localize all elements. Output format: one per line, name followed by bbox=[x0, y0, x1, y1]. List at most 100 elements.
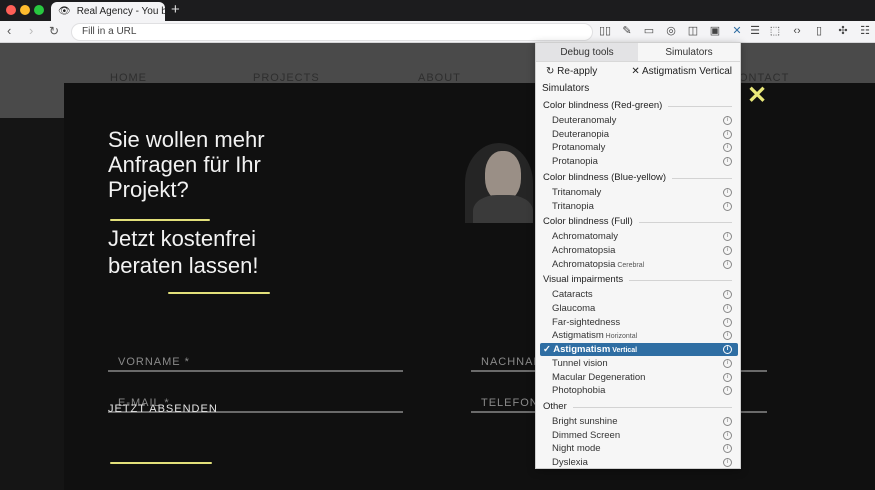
browser-tab[interactable]: 👁 Real Agency - You b bbox=[51, 2, 165, 21]
simulator-item[interactable]: Protanopia i bbox=[540, 155, 738, 168]
info-icon[interactable]: i bbox=[723, 129, 732, 139]
simulator-label: Protanopia bbox=[552, 156, 598, 168]
simulator-variant: Horizontal bbox=[603, 333, 638, 341]
reapply-button[interactable]: ↻ Re-apply bbox=[546, 66, 597, 77]
simulator-item[interactable]: Night mode i bbox=[540, 442, 738, 455]
new-tab-button[interactable]: + bbox=[171, 1, 180, 19]
group-title: Color blindness (Full) bbox=[543, 216, 637, 228]
maximize-window-button[interactable] bbox=[34, 5, 44, 15]
info-icon[interactable]: i bbox=[723, 331, 732, 341]
tab-simulators[interactable]: Simulators bbox=[638, 43, 740, 61]
info-icon[interactable]: i bbox=[723, 444, 732, 454]
device-icon[interactable]: ▭ bbox=[642, 24, 656, 38]
remove-simulation-button[interactable]: ✕ Astigmatism Vertical bbox=[631, 66, 732, 77]
simulator-item[interactable]: Glaucoma i bbox=[540, 302, 738, 315]
info-icon[interactable]: i bbox=[723, 317, 732, 327]
simulator-panel: Debug tools Simulators ↻ Re-apply ✕ Asti… bbox=[535, 42, 741, 469]
simulator-label: Deuteranomaly bbox=[552, 115, 617, 126]
nachname-field[interactable]: NACHNAME * bbox=[471, 350, 537, 372]
code-icon[interactable]: ‹› bbox=[790, 24, 804, 38]
info-icon[interactable]: i bbox=[723, 245, 732, 255]
group-divider bbox=[668, 106, 732, 107]
extensions-icon[interactable]: ✣ bbox=[836, 24, 850, 38]
simulator-label: Glaucoma bbox=[552, 303, 596, 314]
info-icon[interactable]: i bbox=[723, 187, 732, 197]
simulator-item[interactable]: Bright sunshine i bbox=[540, 415, 738, 428]
image-icon[interactable]: ▣ bbox=[708, 24, 722, 38]
simulator-label: Achromatopsia bbox=[552, 244, 616, 256]
camera-icon[interactable]: ◫ bbox=[686, 24, 700, 38]
simulator-item[interactable]: Tritanomaly i bbox=[540, 186, 738, 199]
simulator-label: Tritanomaly bbox=[552, 186, 602, 198]
info-icon[interactable]: i bbox=[723, 416, 732, 426]
group-title: Color blindness (Blue-yellow) bbox=[543, 171, 671, 183]
nachname-field-end bbox=[741, 350, 767, 372]
simulators-heading: Simulators bbox=[542, 83, 590, 94]
simulator-item[interactable]: Dyslexia i bbox=[540, 456, 738, 469]
forward-icon[interactable]: › bbox=[29, 23, 33, 39]
minimize-window-button[interactable] bbox=[20, 5, 30, 15]
simulator-item[interactable]: Deuteranopia i bbox=[540, 128, 738, 141]
info-icon[interactable]: i bbox=[723, 232, 732, 242]
simulator-item[interactable]: Photophobia i bbox=[540, 384, 738, 397]
modal-headline: Sie wollen mehr Anfragen für Ihr Projekt… bbox=[108, 127, 265, 202]
browser-toolbar: ‹ › ↻ Fill in a URL ▯▯ ✎ ▭ ◎ ◫ ▣ ✕ ☰ ⬚ ‹… bbox=[0, 21, 875, 43]
record-icon[interactable]: ◎ bbox=[664, 24, 678, 38]
simulator-variant: Cerebral bbox=[615, 261, 645, 269]
pen-icon[interactable]: ✎ bbox=[620, 24, 634, 38]
refresh-icon: ↻ bbox=[546, 66, 558, 77]
tab-title: Real Agency - You b bbox=[76, 6, 165, 17]
cursor-icon[interactable]: ⬚ bbox=[768, 24, 782, 38]
info-icon[interactable]: i bbox=[723, 430, 732, 440]
info-icon[interactable]: i bbox=[723, 290, 732, 300]
tab-debug-tools[interactable]: Debug tools bbox=[536, 43, 638, 61]
simulator-label: Deuteranopia bbox=[552, 128, 610, 140]
telefon-field-end bbox=[741, 391, 767, 413]
simulator-item[interactable]: Achromatopsia Cerebral i bbox=[540, 258, 738, 271]
panel-tabs: Debug tools Simulators bbox=[536, 43, 740, 62]
simulator-item[interactable]: Macular Degeneration i bbox=[540, 371, 738, 384]
simulator-item[interactable]: Tritanopia i bbox=[540, 200, 738, 213]
simulator-item[interactable]: Cataracts i bbox=[540, 288, 738, 301]
simulator-label: Dimmed Screen bbox=[552, 429, 621, 441]
vorname-field[interactable]: VORNAME * bbox=[108, 350, 403, 372]
panel-icon[interactable]: ▯ bbox=[812, 24, 826, 38]
reload-icon[interactable]: ↻ bbox=[49, 23, 59, 39]
simulator-item[interactable]: Tunnel vision i bbox=[540, 357, 738, 370]
info-icon[interactable]: i bbox=[723, 304, 732, 313]
tools-icon[interactable]: ✕ bbox=[730, 24, 744, 38]
info-icon[interactable]: i bbox=[723, 372, 732, 382]
info-icon[interactable]: i bbox=[723, 386, 732, 396]
info-icon[interactable]: i bbox=[723, 259, 732, 269]
eye-icon: 👁 bbox=[58, 6, 71, 17]
simulator-label: Astigmatism bbox=[553, 344, 611, 356]
close-window-button[interactable] bbox=[6, 5, 16, 15]
close-modal-icon[interactable]: ✕ bbox=[747, 81, 767, 110]
telefon-field[interactable]: TELEFON * bbox=[471, 391, 537, 413]
simulator-item[interactable]: Astigmatism Horizontal i bbox=[540, 329, 738, 342]
submit-button[interactable]: JETZT ABSENDEN bbox=[108, 403, 218, 415]
info-icon[interactable]: i bbox=[723, 157, 732, 167]
simulator-label: Dyslexia bbox=[552, 457, 588, 468]
info-icon[interactable]: i bbox=[723, 143, 732, 153]
info-icon[interactable]: i bbox=[723, 116, 732, 125]
simulator-item[interactable]: Achromatopsia i bbox=[540, 244, 738, 257]
back-icon[interactable]: ‹ bbox=[7, 23, 11, 39]
info-icon[interactable]: i bbox=[723, 201, 732, 211]
sidebar-layout-icon[interactable]: ▯▯ bbox=[598, 24, 612, 38]
info-icon[interactable]: i bbox=[723, 345, 732, 355]
simulator-item[interactable]: Achromatomaly i bbox=[540, 230, 738, 243]
url-bar[interactable]: Fill in a URL bbox=[71, 23, 593, 41]
simulator-item[interactable]: Far-sightedness i bbox=[540, 316, 738, 329]
info-icon[interactable]: i bbox=[723, 358, 732, 368]
settings-icon[interactable]: ☷ bbox=[858, 24, 872, 38]
simulator-item[interactable]: Dimmed Screen i bbox=[540, 429, 738, 442]
simulator-item[interactable]: Deuteranomaly i bbox=[540, 114, 738, 127]
sliders-icon[interactable]: ☰ bbox=[748, 24, 762, 38]
simulator-item[interactable]: ✓ Astigmatism Vertical i bbox=[540, 343, 738, 357]
simulator-label: Bright sunshine bbox=[552, 415, 618, 427]
simulator-label: Protanomaly bbox=[552, 142, 606, 154]
simulator-label: Night mode bbox=[552, 443, 601, 455]
simulator-item[interactable]: Protanomaly i bbox=[540, 141, 738, 154]
info-icon[interactable]: i bbox=[723, 458, 732, 467]
